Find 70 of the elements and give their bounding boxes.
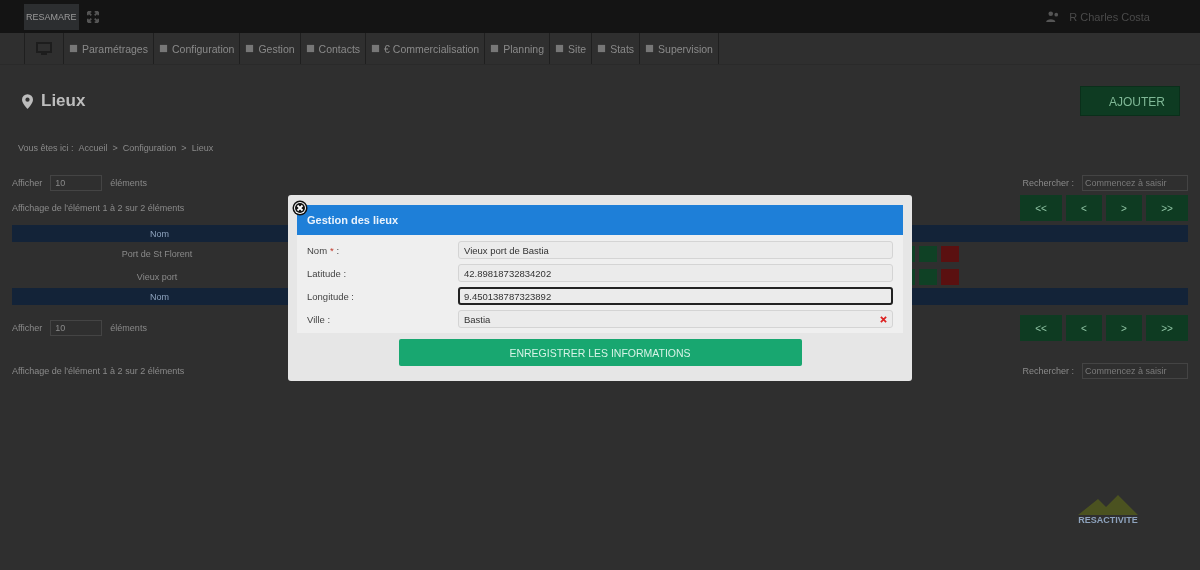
breadcrumb-item[interactable]: Accueil bbox=[78, 143, 108, 153]
footer-logo: RESACTIVITE bbox=[1078, 515, 1138, 525]
pagination-button[interactable]: << bbox=[1020, 195, 1062, 221]
pagination-button[interactable]: > bbox=[1106, 315, 1142, 341]
menu-item[interactable]: Site bbox=[549, 33, 592, 64]
search-field[interactable]: Commencez à saisir bbox=[1082, 175, 1188, 191]
page-length-select[interactable]: 10 bbox=[50, 175, 103, 191]
menu-item[interactable]: Gestion bbox=[239, 33, 300, 64]
column-header[interactable]: Nom bbox=[150, 228, 169, 239]
square-icon bbox=[645, 44, 655, 53]
menu-item[interactable]: Paramétrages bbox=[63, 33, 153, 64]
length-label: Afficher bbox=[12, 323, 43, 333]
breadcrumb-item[interactable]: Lieux bbox=[191, 143, 214, 153]
menu-item[interactable]: Supervision bbox=[639, 33, 719, 64]
expand-icon[interactable] bbox=[86, 10, 99, 23]
menu-item[interactable]: € Commercialisation bbox=[365, 33, 485, 64]
map-pin-icon bbox=[22, 93, 33, 109]
pagination-button[interactable]: >> bbox=[1146, 195, 1188, 221]
delete-button[interactable] bbox=[941, 268, 959, 285]
field-label: Nom * : bbox=[307, 244, 341, 256]
input-field[interactable]: Bastia bbox=[458, 310, 893, 328]
breadcrumb-item: Vous êtes ici : bbox=[18, 143, 74, 153]
save-button[interactable]: ENREGISTRER LES INFORMATIONS bbox=[398, 339, 802, 366]
search-label: Rechercher : bbox=[1022, 366, 1074, 376]
view-button[interactable] bbox=[919, 245, 937, 262]
pagination-button[interactable]: < bbox=[1066, 195, 1102, 221]
pagination-button[interactable]: >> bbox=[1146, 315, 1188, 341]
square-icon bbox=[371, 44, 381, 53]
column-footer: Nom bbox=[150, 291, 169, 302]
delete-button[interactable] bbox=[941, 245, 959, 262]
field-label: Latitude : bbox=[307, 267, 348, 279]
menu-item[interactable]: Configuration bbox=[152, 33, 240, 64]
field-label: Longitude : bbox=[307, 290, 355, 302]
breadcrumb-item[interactable]: > bbox=[112, 143, 118, 153]
app-logo: RESAMARE bbox=[24, 3, 79, 30]
menu-item[interactable]: Contacts bbox=[299, 33, 366, 64]
input-field[interactable]: Vieux port de Bastia bbox=[458, 241, 893, 259]
length-unit: éléments bbox=[110, 323, 147, 333]
input-field[interactable]: 42.89818732834202 bbox=[458, 264, 893, 282]
mountains-icon bbox=[1078, 495, 1138, 515]
square-icon bbox=[245, 44, 255, 53]
add-button[interactable]: AJOUTER bbox=[1080, 86, 1180, 116]
breadcrumb-item[interactable]: Configuration bbox=[122, 143, 177, 153]
view-button[interactable] bbox=[919, 268, 937, 285]
close-icon[interactable] bbox=[292, 200, 308, 216]
square-icon bbox=[158, 44, 168, 53]
table-cell-text: Port de St Florent bbox=[120, 248, 194, 259]
length-label: Afficher bbox=[12, 178, 43, 188]
menu-item[interactable]: Stats bbox=[591, 33, 640, 64]
modal-title: Gestion des lieux bbox=[307, 214, 399, 226]
square-icon bbox=[69, 44, 78, 53]
field-label: Ville : bbox=[307, 313, 332, 325]
breadcrumb-item[interactable]: > bbox=[181, 143, 187, 153]
pagination-button[interactable]: << bbox=[1020, 315, 1062, 341]
table-info: Affichage de l'élément 1 à 2 sur 2 éléments bbox=[12, 366, 185, 376]
pagination-button[interactable]: > bbox=[1106, 195, 1142, 221]
page-length-select[interactable]: 10 bbox=[50, 320, 103, 336]
square-icon bbox=[555, 44, 565, 53]
square-icon bbox=[490, 44, 500, 53]
pagination-button[interactable]: < bbox=[1066, 315, 1102, 341]
menu-item[interactable]: Planning bbox=[484, 33, 550, 64]
length-unit: éléments bbox=[110, 178, 147, 188]
square-icon bbox=[305, 44, 315, 53]
table-info: Affichage de l'élément 1 à 2 sur 2 éléments bbox=[12, 203, 185, 213]
page-title: Lieux bbox=[41, 91, 86, 111]
search-field[interactable]: Commencez à saisir bbox=[1082, 363, 1188, 379]
search-label: Rechercher : bbox=[1022, 178, 1074, 188]
square-icon bbox=[597, 44, 607, 53]
input-field[interactable]: 9.450138787323892 bbox=[458, 287, 893, 305]
table-cell-text: Vieux port bbox=[135, 271, 179, 282]
